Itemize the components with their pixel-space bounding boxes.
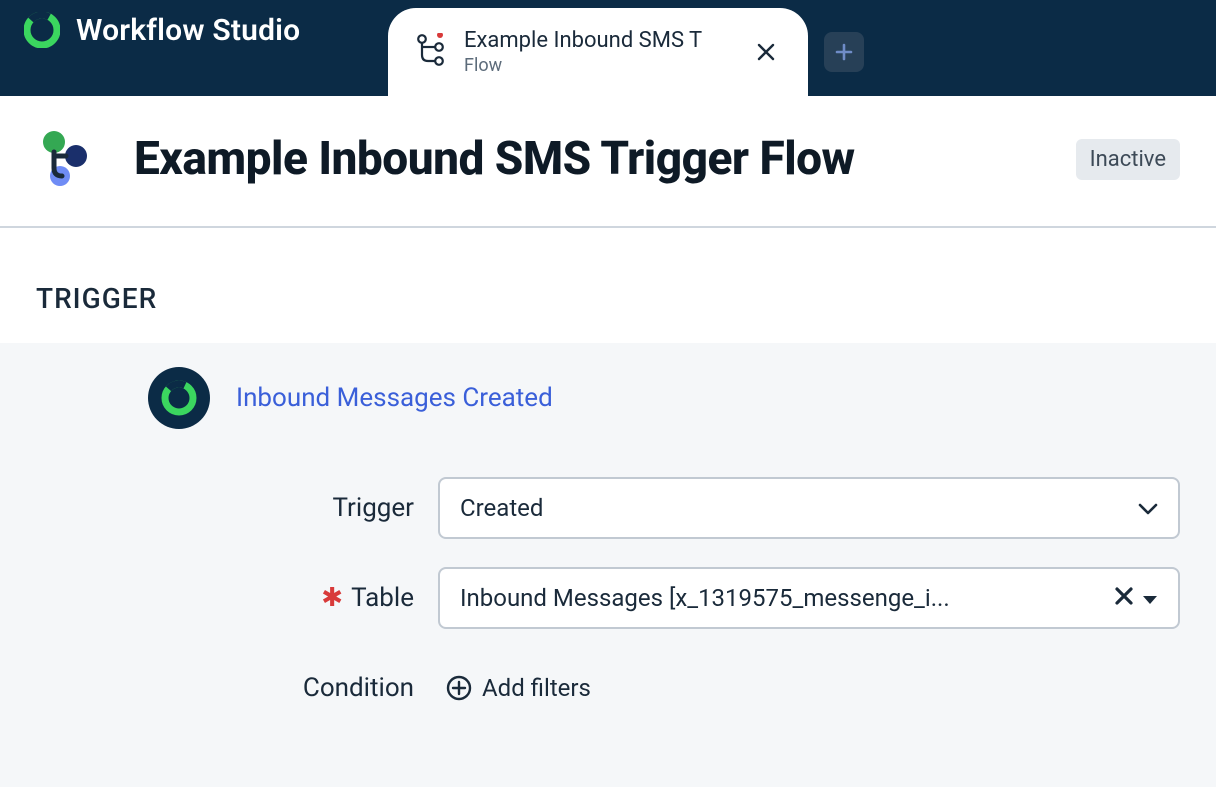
app-brand: Workflow Studio: [24, 0, 300, 96]
tab-subtitle: Flow: [464, 55, 734, 76]
trigger-header: Inbound Messages Created: [148, 367, 1180, 429]
add-filters-label: Add filters: [482, 674, 591, 702]
trigger-label: Trigger: [148, 493, 438, 523]
table-label-text: Table: [351, 583, 414, 613]
condition-label: Condition: [148, 673, 438, 703]
table-select[interactable]: Inbound Messages [x_1319575_messenge_i..…: [438, 567, 1180, 629]
add-filters-button[interactable]: Add filters: [438, 657, 1180, 719]
close-tab-button[interactable]: [752, 38, 780, 66]
tab-title: Example Inbound SMS T: [464, 28, 734, 53]
table-row: ✱ Table Inbound Messages [x_1319575_mess…: [148, 567, 1180, 629]
chevron-down-icon: [1138, 494, 1158, 522]
required-asterisk-icon: ✱: [321, 583, 343, 613]
brand-logo-icon: [24, 12, 60, 48]
chevron-down-icon: [1142, 584, 1158, 612]
status-badge: Inactive: [1076, 139, 1180, 180]
tab-titles: Example Inbound SMS T Flow: [464, 28, 734, 76]
brand-name: Workflow Studio: [76, 13, 300, 48]
new-tab-button[interactable]: [824, 32, 864, 72]
section-header: TRIGGER: [0, 228, 1216, 343]
flow-tree-icon: [416, 33, 446, 71]
plus-circle-icon: [446, 675, 472, 701]
condition-row: Condition Add filters: [148, 657, 1180, 719]
page-header: Example Inbound SMS Trigger Flow Inactiv…: [0, 96, 1216, 228]
plus-icon: [834, 42, 854, 62]
close-icon: [1114, 586, 1134, 606]
close-icon: [757, 43, 775, 61]
trigger-select[interactable]: Created: [438, 477, 1180, 539]
trigger-section-title: TRIGGER: [36, 282, 1180, 315]
clear-table-button[interactable]: [1114, 584, 1134, 612]
active-tab[interactable]: Example Inbound SMS T Flow: [388, 8, 808, 96]
trigger-select-value: Created: [460, 494, 1138, 522]
trigger-name-link[interactable]: Inbound Messages Created: [236, 383, 553, 413]
trigger-label-text: Trigger: [333, 493, 415, 523]
app-circle-icon: [159, 378, 199, 418]
flow-header-icon: [36, 126, 98, 192]
condition-label-text: Condition: [303, 673, 414, 703]
table-select-value: Inbound Messages [x_1319575_messenge_i..…: [460, 584, 1114, 612]
top-bar: Workflow Studio Example Inbound SMS T Fl…: [0, 0, 1216, 96]
trigger-app-icon: [148, 367, 210, 429]
trigger-row: Trigger Created: [148, 477, 1180, 539]
table-label: ✱ Table: [148, 583, 438, 613]
page-title: Example Inbound SMS Trigger Flow: [134, 132, 855, 186]
trigger-body: Inbound Messages Created Trigger Created…: [0, 343, 1216, 787]
